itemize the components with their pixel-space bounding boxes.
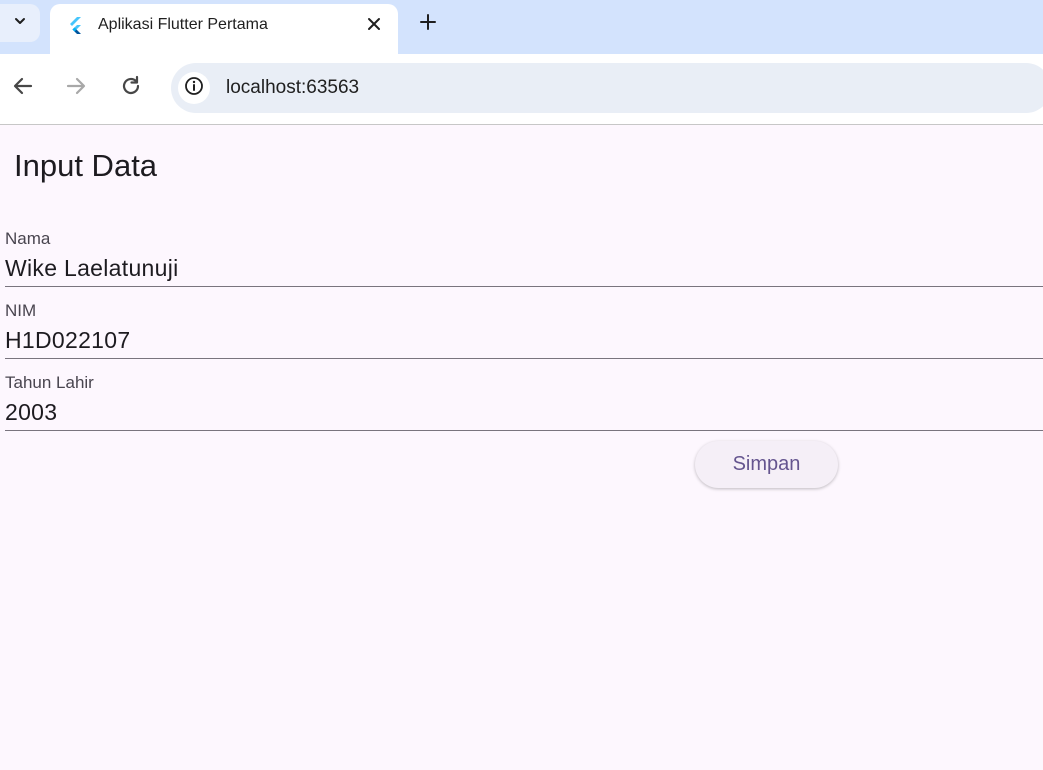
nama-input[interactable]: Wike Laelatunuji	[5, 255, 179, 282]
flutter-icon	[66, 16, 84, 34]
url-text: localhost:63563	[226, 77, 360, 98]
site-info-button[interactable]	[178, 72, 210, 104]
nama-field[interactable]: Nama Wike Laelatunuji	[5, 229, 1043, 301]
arrow-right-icon	[65, 75, 87, 102]
nim-field[interactable]: NIM H1D022107	[5, 301, 1043, 373]
tahun-lahir-field[interactable]: Tahun Lahir 2003	[5, 373, 1043, 445]
reload-button[interactable]	[117, 74, 145, 102]
save-button[interactable]: Simpan	[695, 441, 838, 488]
nim-label: NIM	[5, 301, 37, 320]
tab-strip: Aplikasi Flutter Pertama	[0, 0, 1043, 54]
reload-icon	[120, 75, 142, 102]
tab-title: Aplikasi Flutter Pertama	[98, 16, 268, 33]
page-title: Input Data	[14, 148, 158, 183]
arrow-left-icon	[12, 75, 34, 102]
address-bar[interactable]: localhost:63563	[171, 63, 1043, 113]
forward-button[interactable]	[62, 74, 90, 102]
tahun-lahir-underline	[5, 430, 1043, 431]
browser-tab-active[interactable]: Aplikasi Flutter Pertama	[50, 4, 398, 54]
browser-toolbar: localhost:63563	[0, 54, 1043, 124]
info-icon	[184, 76, 204, 101]
plus-icon	[419, 13, 437, 36]
new-tab-button[interactable]	[414, 10, 442, 38]
flutter-app: Input Data Nama Wike Laelatunuji NIM H1D…	[0, 125, 1043, 770]
close-icon[interactable]	[364, 14, 384, 34]
nama-label: Nama	[5, 229, 51, 248]
nim-underline	[5, 358, 1043, 359]
tahun-lahir-label: Tahun Lahir	[5, 373, 94, 392]
tahun-lahir-input[interactable]: 2003	[5, 399, 57, 426]
nim-input[interactable]: H1D022107	[5, 327, 130, 354]
nama-underline	[5, 286, 1043, 287]
tab-search-button[interactable]	[0, 4, 40, 42]
chevron-down-icon	[13, 14, 27, 33]
browser-chrome: Aplikasi Flutter Pertama localhost:63563	[0, 0, 1043, 125]
back-button[interactable]	[9, 74, 37, 102]
